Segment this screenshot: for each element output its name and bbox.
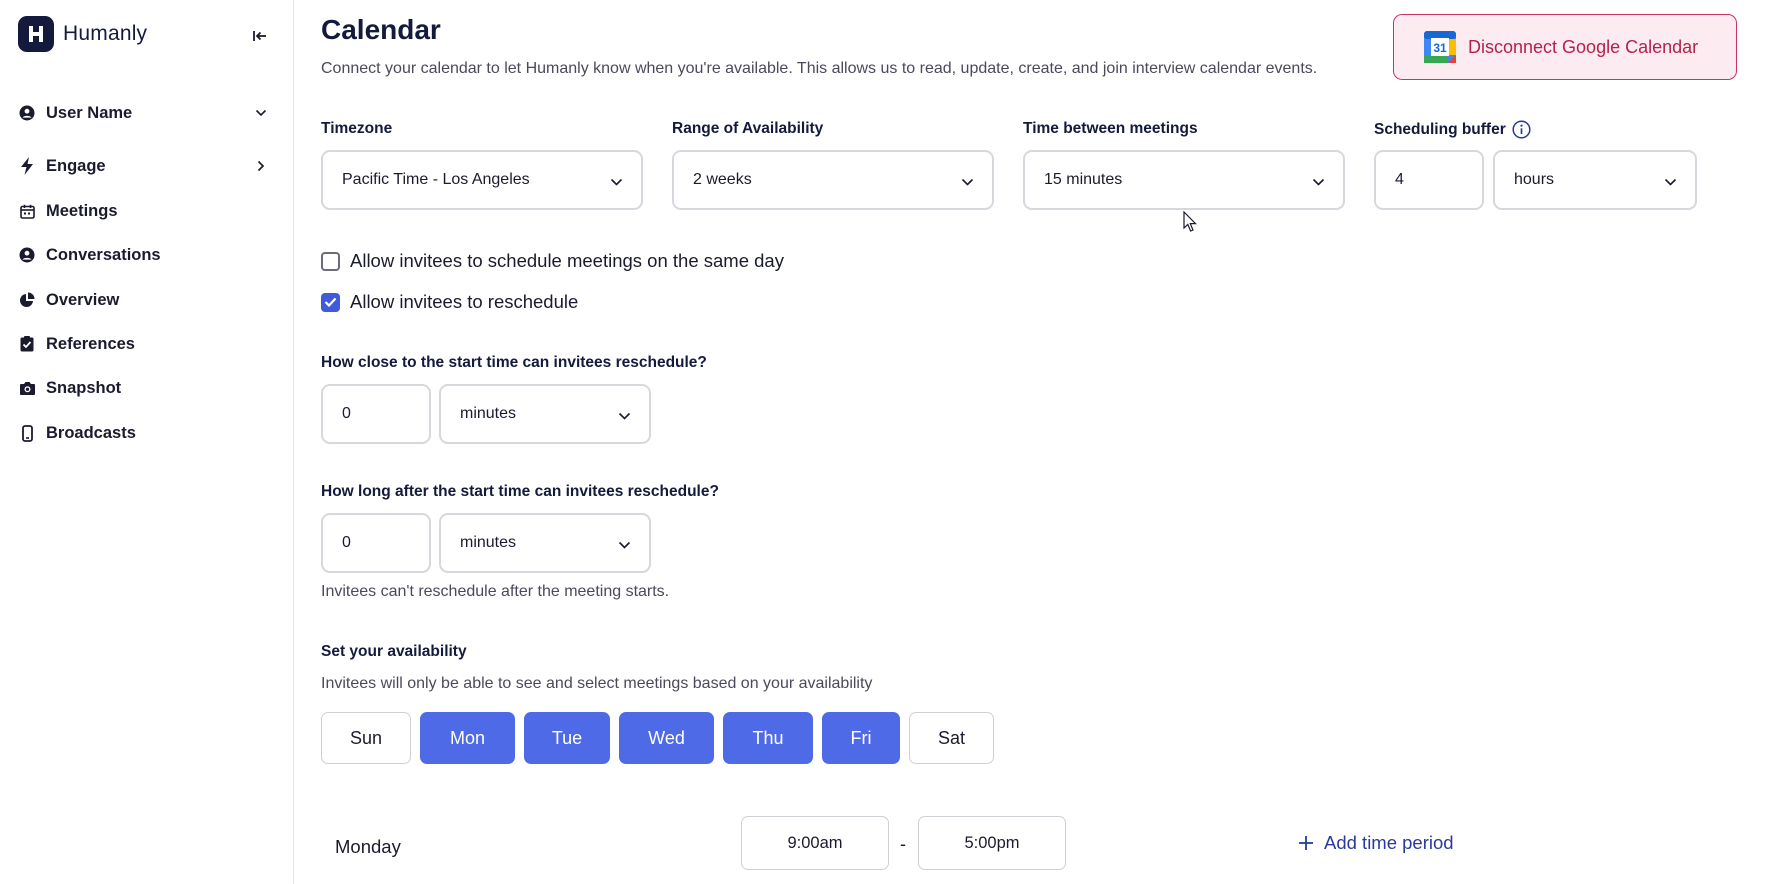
calendar-icon [18, 202, 36, 220]
reschedule-after-amount-value: 0 [342, 534, 351, 551]
humanly-logo-icon [18, 16, 54, 52]
sidebar-item-meetings[interactable]: Meetings [18, 196, 274, 226]
reschedule-before-unit-value: minutes [460, 405, 517, 422]
day-toggle-thu[interactable]: Thu [723, 712, 813, 764]
range-label: Range of Availability [672, 120, 824, 137]
buffer-unit-value: hours [1514, 171, 1555, 188]
reschedule-after-unit-select[interactable]: minutes [439, 513, 651, 573]
chevron-down-icon [617, 538, 631, 552]
chevron-down-icon [1311, 175, 1325, 189]
sidebar-item-label: Engage [46, 156, 106, 175]
sidebar-item-label: Conversations [46, 245, 161, 264]
sidebar-item-overview[interactable]: Overview [18, 285, 274, 315]
availability-title: Set your availability [321, 643, 467, 660]
range-select[interactable]: 2 weeks [672, 150, 994, 210]
brand-name: Humanly [63, 22, 148, 45]
buffer-amount-value: 4 [1395, 171, 1404, 188]
scheduling-buffer-text: Scheduling buffer [1374, 120, 1506, 138]
mouse-cursor-icon [1183, 210, 1197, 233]
reschedule-before-amount-value: 0 [342, 405, 351, 422]
reschedule-checkbox[interactable] [321, 292, 340, 312]
info-icon[interactable] [1512, 120, 1531, 139]
reschedule-option[interactable]: Allow invitees to reschedule [321, 291, 578, 313]
buffer-amount-input[interactable]: 4 [1374, 150, 1484, 210]
sidebar: Humanly User Name Engage Meetings Conver… [0, 0, 294, 884]
page-title: Calendar [321, 14, 441, 45]
reschedule-after-unit-value: minutes [460, 534, 517, 551]
reschedule-before-label: How close to the start time can invitees… [321, 354, 707, 371]
timezone-label: Timezone [321, 120, 393, 137]
disconnect-google-calendar-button[interactable]: 31 Disconnect Google Calendar [1393, 14, 1737, 80]
user-circle-icon [18, 104, 36, 122]
phone-icon [18, 424, 36, 442]
start-time-select[interactable]: 9:00am [741, 816, 889, 870]
time-between-value: 15 minutes [1044, 171, 1123, 188]
reschedule-after-helper: Invitees can't reschedule after the meet… [321, 583, 670, 600]
disconnect-label: Disconnect Google Calendar [1468, 36, 1699, 57]
reschedule-before-unit-select[interactable]: minutes [439, 384, 651, 444]
user-name-label: User Name [46, 103, 133, 122]
sidebar-item-references[interactable]: References [18, 329, 274, 359]
collapse-sidebar-icon[interactable] [248, 26, 272, 46]
day-toggle-sat[interactable]: Sat [909, 712, 994, 764]
chevron-down-icon [254, 106, 268, 120]
sidebar-item-label: Meetings [46, 201, 118, 220]
sidebar-item-engage[interactable]: Engage [18, 151, 274, 181]
reschedule-after-amount-input[interactable]: 0 [321, 513, 431, 573]
brand[interactable]: Humanly [18, 16, 147, 52]
chevron-right-icon [254, 159, 268, 173]
chevron-down-icon [609, 175, 623, 189]
user-circle-icon [18, 246, 36, 264]
scheduling-buffer-label: Scheduling buffer [1374, 120, 1531, 139]
range-value: 2 weeks [693, 171, 752, 188]
main-content: Calendar Connect your calendar to let Hu… [321, 0, 1772, 884]
same-day-label: Allow invitees to schedule meetings on t… [350, 250, 784, 271]
buffer-unit-select[interactable]: hours [1493, 150, 1697, 210]
chevron-down-icon [1663, 175, 1677, 189]
bolt-icon [18, 157, 36, 175]
sidebar-item-label: Overview [46, 290, 120, 309]
availability-helper: Invitees will only be able to see and se… [321, 675, 873, 692]
camera-icon [18, 379, 36, 397]
reschedule-label: Allow invitees to reschedule [350, 291, 579, 312]
timezone-select[interactable]: Pacific Time - Los Angeles [321, 150, 643, 210]
day-toggle-tue[interactable]: Tue [524, 712, 610, 764]
chevron-down-icon [960, 175, 974, 189]
page-description: Connect your calendar to let Humanly kno… [321, 60, 1318, 77]
pie-chart-icon [18, 291, 36, 309]
checkmark-icon [324, 297, 337, 307]
chevron-down-icon [617, 409, 631, 423]
reschedule-after-label: How long after the start time can invite… [321, 483, 719, 500]
google-calendar-day-text: 31 [1433, 41, 1447, 55]
timezone-value: Pacific Time - Los Angeles [342, 171, 530, 188]
day-toggle-fri[interactable]: Fri [822, 712, 900, 764]
same-day-checkbox[interactable] [321, 251, 340, 271]
end-time-select[interactable]: 5:00pm [918, 816, 1066, 870]
sidebar-item-label: Snapshot [46, 378, 122, 397]
reschedule-before-amount-input[interactable]: 0 [321, 384, 431, 444]
clipboard-check-icon [18, 335, 36, 353]
add-time-period-button[interactable]: Add time period [1298, 832, 1454, 854]
day-toggle-mon[interactable]: Mon [420, 712, 515, 764]
sidebar-item-snapshot[interactable]: Snapshot [18, 373, 274, 403]
sidebar-item-conversations[interactable]: Conversations [18, 240, 274, 270]
google-calendar-icon: 31 [1423, 30, 1457, 64]
time-separator: - [900, 834, 906, 854]
day-toggle-sun[interactable]: Sun [321, 712, 411, 764]
plus-icon [1298, 835, 1314, 851]
sidebar-item-label: References [46, 334, 135, 353]
sidebar-item-label: Broadcasts [46, 423, 136, 442]
time-between-select[interactable]: 15 minutes [1023, 150, 1345, 210]
user-menu[interactable]: User Name [18, 98, 274, 128]
day-toggle-wed[interactable]: Wed [619, 712, 714, 764]
same-day-option[interactable]: Allow invitees to schedule meetings on t… [321, 250, 784, 272]
sidebar-item-broadcasts[interactable]: Broadcasts [18, 418, 274, 448]
time-between-label: Time between meetings [1023, 120, 1198, 137]
add-time-period-label: Add time period [1324, 832, 1454, 853]
schedule-day-label: Monday [335, 836, 401, 857]
